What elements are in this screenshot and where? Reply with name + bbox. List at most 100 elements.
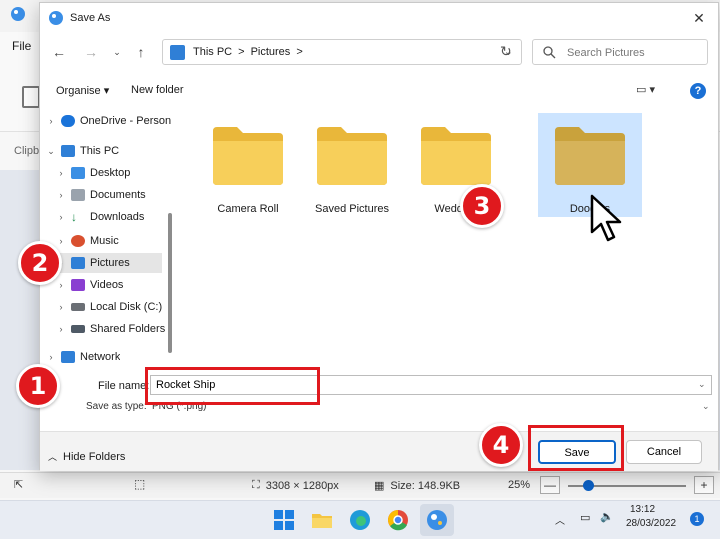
dimensions-icon: ⛶ [252, 479, 260, 491]
sidebar-item-label: Videos [90, 279, 124, 291]
edge-icon[interactable] [348, 508, 372, 532]
file-name-highlight [145, 367, 320, 405]
folder-icon [421, 127, 491, 185]
expand-chevron-icon[interactable]: › [56, 168, 66, 178]
file-explorer-icon[interactable] [310, 508, 334, 532]
step-badge-2: 2 [18, 241, 62, 285]
chrome-icon[interactable] [386, 508, 410, 532]
expand-chevron-icon[interactable]: › [56, 236, 66, 246]
expand-chevron-icon[interactable]: › [46, 352, 56, 362]
collapse-chevron-icon[interactable]: ⌄ [46, 146, 56, 157]
close-icon[interactable]: ✕ [690, 9, 708, 27]
sidebar-item-network[interactable]: › Network [46, 347, 120, 367]
zoom-in-button[interactable]: + [694, 476, 714, 494]
breadcrumb-this-pc[interactable]: This PC [193, 46, 232, 58]
file-size-icon: ▦ [374, 480, 385, 492]
clock-date[interactable]: 28/03/2022 [626, 518, 676, 529]
paint-icon[interactable] [425, 508, 449, 532]
sidebar-item-downloads[interactable]: › ↓ Downloads [56, 207, 145, 227]
file-content-area: Camera Roll Saved Pictures Wedding Doodl… [176, 107, 718, 367]
cancel-button[interactable]: Cancel [626, 440, 702, 464]
address-row: ← → ⌄ ↑ This PC > Pictures > ⌄ ↻ Search … [40, 35, 718, 69]
sidebar-item-videos[interactable]: › Videos [56, 275, 123, 295]
sidebar-item-local-disk[interactable]: › Local Disk (C:) [56, 297, 163, 317]
sidebar-item-this-pc[interactable]: ⌄ This PC [46, 141, 119, 161]
step-badge-3: 3 [460, 184, 504, 228]
windows-start-icon[interactable] [272, 508, 296, 532]
cloud-icon [61, 115, 75, 127]
file-type-row: Save as type: PNG (*.png) ⌄ [40, 399, 718, 415]
nav-scrollbar[interactable] [168, 213, 172, 353]
clipboard-group-label: Clipb [14, 145, 40, 157]
sidebar-item-desktop[interactable]: › Desktop [56, 163, 130, 183]
expand-chevron-icon[interactable]: › [46, 116, 56, 126]
shared-icon [71, 325, 85, 333]
mouse-pointer-icon [590, 194, 622, 242]
file-size: ▦ Size: 148.9KB [374, 479, 461, 493]
navigation-pane: › OneDrive - Person ⌄ This PC › Desktop … [40, 107, 176, 367]
expand-chevron-icon[interactable]: › [56, 302, 66, 312]
view-options-icon[interactable]: ▭ ▾ [636, 83, 655, 96]
sidebar-item-label: This PC [80, 145, 120, 157]
expand-chevron-icon[interactable]: › [56, 190, 66, 200]
notification-badge[interactable]: 1 [690, 512, 704, 526]
organise-button[interactable]: Organise ▾ [56, 84, 109, 97]
breadcrumb-separator[interactable]: > [296, 46, 302, 58]
hide-folders-label: Hide Folders [63, 450, 126, 463]
refresh-icon[interactable]: ↻ [500, 43, 512, 60]
sidebar-item-label: Local Disk (C:) [90, 301, 163, 313]
sidebar-item-music[interactable]: › Music [56, 231, 119, 251]
file-name-label: File name: [98, 380, 150, 392]
address-bar[interactable]: This PC > Pictures > ⌄ [162, 39, 522, 65]
volume-icon[interactable]: 🔈 [600, 510, 614, 523]
new-folder-button[interactable]: New folder [131, 84, 184, 96]
sidebar-item-onedrive[interactable]: › OneDrive - Person [46, 111, 171, 131]
file-type-dropdown-icon[interactable]: ⌄ [702, 401, 710, 412]
videos-icon [71, 279, 85, 291]
folder-saved-pictures[interactable]: Saved Pictures [300, 113, 404, 217]
folder-label: Camera Roll [217, 203, 279, 215]
sidebar-item-pictures[interactable]: › Pictures [56, 253, 162, 273]
help-icon[interactable]: ? [690, 83, 706, 99]
paint-app-icon [11, 7, 25, 21]
pictures-icon [71, 257, 85, 269]
zoom-level: 25% [508, 479, 531, 491]
step-badge-1: 1 [16, 364, 60, 408]
zoom-slider-thumb[interactable] [583, 480, 594, 491]
expand-chevron-icon[interactable]: › [56, 212, 66, 222]
folder-camera-roll[interactable]: Camera Roll [196, 113, 300, 217]
sidebar-item-label: Downloads [90, 211, 145, 223]
expand-chevron-icon[interactable]: › [56, 280, 66, 290]
expand-chevron-icon[interactable]: › [56, 324, 66, 334]
search-placeholder: Search Pictures [567, 47, 645, 59]
dialog-titlebar: Save As ✕ [40, 3, 718, 33]
breadcrumb: This PC > Pictures > [193, 46, 303, 58]
back-arrow-icon[interactable]: ← [50, 43, 68, 61]
save-button-highlight [528, 425, 624, 471]
documents-icon [71, 189, 85, 201]
file-name-dropdown-icon[interactable]: ⌄ [698, 379, 706, 390]
downloads-icon: ↓ [71, 210, 77, 224]
sidebar-item-shared-folders[interactable]: › Shared Folders ( [56, 319, 172, 339]
file-menu[interactable]: File [12, 39, 31, 53]
zoom-out-button[interactable]: — [540, 476, 560, 494]
tray-chevron-icon[interactable]: ︿ [555, 512, 565, 527]
sidebar-item-documents[interactable]: › Documents [56, 185, 146, 205]
sidebar-item-label: OneDrive - Person [80, 115, 172, 127]
dialog-toolbar: Organise ▾ New folder ▭ ▾ ? [40, 77, 718, 103]
file-name-row: File name: ⌄ [40, 373, 718, 395]
recent-locations-chevron-icon[interactable]: ⌄ [108, 43, 126, 61]
desktop-icon [71, 167, 85, 179]
computer-icon [61, 145, 75, 157]
hide-folders-button[interactable]: ︿ Hide Folders [48, 450, 125, 463]
breadcrumb-separator[interactable]: > [238, 46, 244, 58]
forward-arrow-icon[interactable]: → [82, 43, 100, 61]
network-status-icon[interactable]: ▭ [580, 511, 590, 524]
sidebar-item-label: Music [90, 235, 119, 247]
paste-icon[interactable] [22, 86, 40, 108]
clock-time[interactable]: 13:12 [630, 504, 655, 515]
up-arrow-icon[interactable]: ↑ [132, 43, 150, 61]
file-size-text: Size: 148.9KB [390, 479, 461, 492]
search-input[interactable]: Search Pictures [532, 39, 708, 65]
breadcrumb-pictures[interactable]: Pictures [251, 46, 291, 58]
